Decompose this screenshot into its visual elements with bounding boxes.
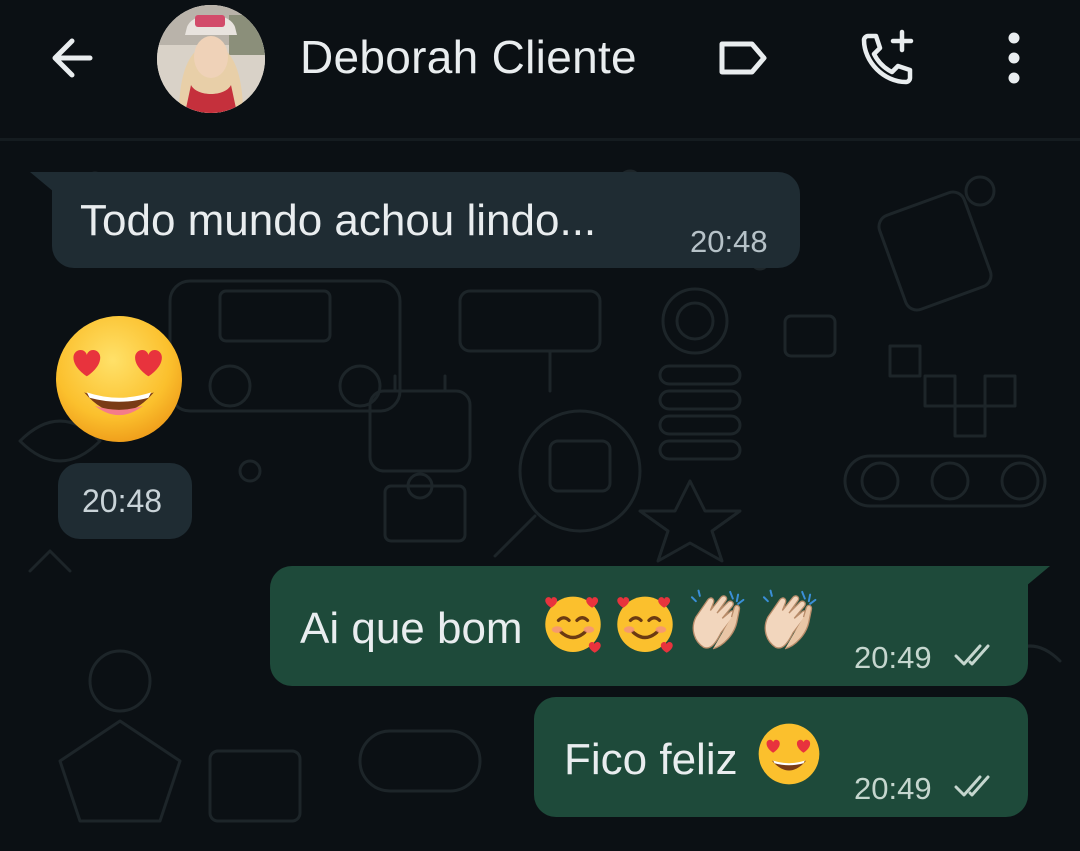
message-text: Ai que bom: [300, 604, 523, 653]
smiling-face-with-hearts-emoji: [617, 596, 673, 653]
avatar-photo: [157, 5, 265, 113]
message-time: 20:48: [690, 224, 768, 259]
back-button[interactable]: [42, 28, 102, 88]
message-time: 20:49: [854, 771, 932, 806]
clapping-hands-emoji: [762, 589, 817, 650]
heart-eyes-emoji[interactable]: [52, 312, 186, 446]
message-bubble-outgoing[interactable]: Ai que bom 20:49: [270, 566, 1028, 686]
smiling-face-with-hearts-emoji: [545, 596, 601, 653]
chat-header: Deborah Cliente: [0, 0, 1080, 138]
chat-screen: Deborah Cliente Todo mundo achou lindo..…: [0, 0, 1080, 851]
header-divider: [0, 138, 1080, 141]
double-check-read-icon: [954, 644, 990, 666]
more-vertical-icon: [1008, 32, 1020, 84]
contact-name[interactable]: Deborah Cliente: [300, 30, 637, 84]
add-call-icon: [861, 29, 914, 85]
heart-eyes-emoji: [758, 723, 820, 785]
message-bubble-incoming[interactable]: Todo mundo achou lindo... 20:48: [52, 172, 800, 268]
add-call-button[interactable]: [858, 28, 918, 88]
contact-avatar[interactable]: [157, 5, 265, 113]
message-bubble-outgoing[interactable]: Fico feliz 20:49: [534, 697, 1028, 817]
message-text: Todo mundo achou lindo...: [80, 196, 597, 245]
label-tag-icon: [719, 41, 767, 75]
message-time: 20:48: [82, 483, 163, 519]
more-options-button[interactable]: [984, 28, 1044, 88]
emoji-message-time-pill: 20:48: [58, 463, 192, 539]
label-button[interactable]: [712, 28, 772, 88]
double-check-read-icon: [954, 775, 990, 797]
message-text: Fico feliz: [564, 735, 738, 784]
clapping-hands-emoji: [690, 589, 745, 650]
arrow-left-icon: [52, 38, 93, 78]
message-time: 20:49: [854, 640, 932, 675]
